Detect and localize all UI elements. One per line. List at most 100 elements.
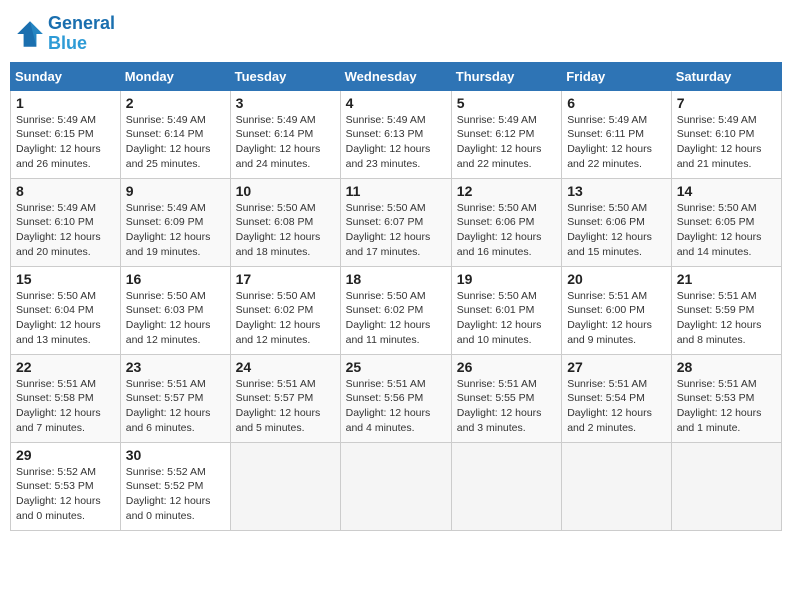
day-number: 14	[677, 183, 776, 199]
day-info: Sunrise: 5:49 AMSunset: 6:14 PMDaylight:…	[126, 113, 225, 172]
sunrise-label: Sunrise: 5:51 AM	[677, 290, 757, 302]
day-info: Sunrise: 5:49 AM Sunset: 6:10 PM Daylight:…	[16, 201, 115, 260]
day-info: Sunrise: 5:50 AMSunset: 6:02 PMDaylight:…	[346, 289, 446, 348]
table-row: 10Sunrise: 5:50 AMSunset: 6:08 PMDayligh…	[230, 178, 340, 266]
sunset-label: Sunset: 6:11 PM	[567, 128, 644, 140]
logo-text: General Blue	[48, 14, 115, 54]
sunrise-label: Sunrise: 5:49 AM	[346, 114, 426, 126]
day-info: Sunrise: 5:51 AMSunset: 5:54 PMDaylight:…	[567, 377, 666, 436]
sunrise-label: Sunrise: 5:49 AM	[126, 202, 206, 214]
daylight-label: Daylight: 12 hours and 2 minutes.	[567, 407, 652, 434]
daylight-label: Daylight: 12 hours and 24 minutes.	[236, 143, 321, 170]
sunset-label: Sunset: 6:14 PM	[126, 128, 204, 140]
sunset-label: Sunset: 6:01 PM	[457, 304, 535, 316]
day-info: Sunrise: 5:50 AMSunset: 6:02 PMDaylight:…	[236, 289, 335, 348]
sunrise-label: Sunrise: 5:49 AM	[16, 114, 96, 126]
day-number: 4	[346, 95, 446, 111]
day-number: 1	[16, 95, 115, 111]
day-number: 22	[16, 359, 115, 375]
table-row	[451, 442, 561, 530]
calendar-week-row: 22Sunrise: 5:51 AMSunset: 5:58 PMDayligh…	[11, 354, 782, 442]
sunrise-label: Sunrise: 5:50 AM	[346, 202, 426, 214]
day-number: 16	[126, 271, 225, 287]
daylight-label: Daylight: 12 hours and 1 minute.	[677, 407, 762, 434]
table-row	[340, 442, 451, 530]
sunset-label: Sunset: 6:05 PM	[677, 216, 755, 228]
sunset-label: Sunset: 5:56 PM	[346, 392, 424, 404]
sunset-label: Sunset: 6:09 PM	[126, 216, 204, 228]
daylight-label: Daylight: 12 hours and 9 minutes.	[567, 319, 652, 346]
table-row	[671, 442, 781, 530]
table-row: 6Sunrise: 5:49 AMSunset: 6:11 PMDaylight…	[562, 90, 672, 178]
daylight-label: Daylight: 12 hours and 19 minutes.	[126, 231, 211, 258]
day-number: 27	[567, 359, 666, 375]
table-row: 1Sunrise: 5:49 AMSunset: 6:15 PMDaylight…	[11, 90, 121, 178]
day-number: 10	[236, 183, 335, 199]
sunrise-label: Sunrise: 5:51 AM	[346, 378, 426, 390]
table-row: 2Sunrise: 5:49 AMSunset: 6:14 PMDaylight…	[120, 90, 230, 178]
daylight-label: Daylight: 12 hours and 4 minutes.	[346, 407, 431, 434]
day-number: 29	[16, 447, 115, 463]
sunrise-label: Sunrise: 5:51 AM	[236, 378, 316, 390]
day-info: Sunrise: 5:51 AMSunset: 5:53 PMDaylight:…	[677, 377, 776, 436]
daylight-label: Daylight: 12 hours and 16 minutes.	[457, 231, 542, 258]
col-thursday: Thursday	[451, 62, 561, 90]
sunset-label: Sunset: 6:10 PM	[16, 216, 94, 228]
table-row: 21Sunrise: 5:51 AMSunset: 5:59 PMDayligh…	[671, 266, 781, 354]
sunset-label: Sunset: 6:04 PM	[16, 304, 94, 316]
day-number: 17	[236, 271, 335, 287]
daylight-label: Daylight: 12 hours and 10 minutes.	[457, 319, 542, 346]
sunset-label: Sunset: 5:55 PM	[457, 392, 535, 404]
calendar-week-row: 15Sunrise: 5:50 AMSunset: 6:04 PMDayligh…	[11, 266, 782, 354]
day-info: Sunrise: 5:50 AMSunset: 6:07 PMDaylight:…	[346, 201, 446, 260]
day-info: Sunrise: 5:50 AMSunset: 6:03 PMDaylight:…	[126, 289, 225, 348]
page-header: General Blue	[10, 10, 782, 54]
day-number: 8	[16, 183, 115, 199]
day-info: Sunrise: 5:50 AMSunset: 6:05 PMDaylight:…	[677, 201, 776, 260]
day-number: 24	[236, 359, 335, 375]
table-row: 15Sunrise: 5:50 AMSunset: 6:04 PMDayligh…	[11, 266, 121, 354]
daylight-label: Daylight: 12 hours and 20 minutes.	[16, 231, 101, 258]
table-row: 17 Sunrise: 5:50 AMSunset: 6:02 PMDayligh…	[230, 266, 340, 354]
sunrise-label: Sunrise: 5:49 AM	[16, 202, 96, 214]
sunrise-label: Sunrise: 5:52 AM	[16, 466, 96, 478]
sunset-label: Sunset: 6:14 PM	[236, 128, 314, 140]
day-info: Sunrise: 5:51 AMSunset: 5:57 PMDaylight:…	[236, 377, 335, 436]
day-number: 18	[346, 271, 446, 287]
logo: General Blue	[14, 14, 115, 54]
table-row: 19Sunrise: 5:50 AMSunset: 6:01 PMDayligh…	[451, 266, 561, 354]
table-row	[562, 442, 672, 530]
table-row: 30 Sunrise: 5:52 AMSunset: 5:52 PMDayligh…	[120, 442, 230, 530]
day-number: 30	[126, 447, 225, 463]
daylight-label: Daylight: 12 hours and 3 minutes.	[457, 407, 542, 434]
sunset-label: Sunset: 6:12 PM	[457, 128, 535, 140]
table-row: 26Sunrise: 5:51 AMSunset: 5:55 PMDayligh…	[451, 354, 561, 442]
col-wednesday: Wednesday	[340, 62, 451, 90]
day-number: 20	[567, 271, 666, 287]
table-row: 13Sunrise: 5:50 AMSunset: 6:06 PMDayligh…	[562, 178, 672, 266]
table-row: 25Sunrise: 5:51 AMSunset: 5:56 PMDayligh…	[340, 354, 451, 442]
sunset-label: Sunset: 6:13 PM	[346, 128, 424, 140]
calendar-table: Sunday Monday Tuesday Wednesday Thursday…	[10, 62, 782, 531]
day-info: Sunrise: 5:52 AMSunset: 5:52 PMDaylight:…	[126, 465, 225, 524]
sunrise-label: Sunrise: 5:49 AM	[457, 114, 537, 126]
logo-icon	[14, 18, 46, 50]
sunrise-label: Sunrise: 5:51 AM	[677, 378, 757, 390]
day-number: 26	[457, 359, 556, 375]
sunrise-label: Sunrise: 5:50 AM	[126, 290, 206, 302]
day-info: Sunrise: 5:50 AMSunset: 6:04 PMDaylight:…	[16, 289, 115, 348]
day-info: Sunrise: 5:51 AMSunset: 5:59 PMDaylight:…	[677, 289, 776, 348]
daylight-label: Daylight: 12 hours and 14 minutes.	[677, 231, 762, 258]
table-row: 23Sunrise: 5:51 AMSunset: 5:57 PMDayligh…	[120, 354, 230, 442]
table-row: 28 Sunrise: 5:51 AMSunset: 5:53 PMDayligh…	[671, 354, 781, 442]
daylight-label: Daylight: 12 hours and 6 minutes.	[126, 407, 211, 434]
col-monday: Monday	[120, 62, 230, 90]
table-row: 14 Sunrise: 5:50 AMSunset: 6:05 PMDayligh…	[671, 178, 781, 266]
sunset-label: Sunset: 5:57 PM	[126, 392, 204, 404]
day-info: Sunrise: 5:49 AMSunset: 6:14 PMDaylight:…	[236, 113, 335, 172]
sunset-label: Sunset: 6:08 PM	[236, 216, 314, 228]
day-number: 28	[677, 359, 776, 375]
calendar-week-row: 8 Sunrise: 5:49 AM Sunset: 6:10 PM Daylight…	[11, 178, 782, 266]
day-info: Sunrise: 5:50 AMSunset: 6:01 PMDaylight:…	[457, 289, 556, 348]
sunset-label: Sunset: 6:03 PM	[126, 304, 204, 316]
